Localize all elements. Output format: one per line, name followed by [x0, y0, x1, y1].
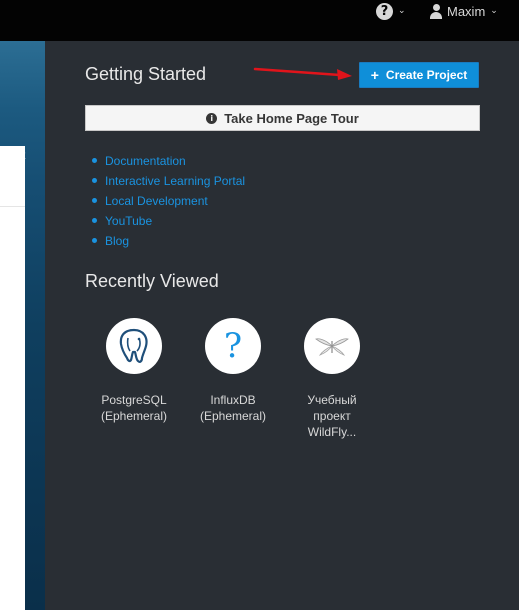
top-navbar: ? ⌄ Maxim ⌄ — [0, 0, 519, 41]
postgresql-elephant-icon — [106, 318, 162, 374]
recent-item-postgresql[interactable]: PostgreSQL (Ephemeral) — [91, 318, 177, 424]
getting-started-title: Getting Started — [85, 64, 207, 84]
chevron-down-icon: ⌄ — [490, 6, 498, 16]
recent-item-subtitle: (Ephemeral) — [199, 409, 267, 423]
list-item: Interactive Learning Portal — [90, 172, 245, 192]
documentation-link[interactable]: Documentation — [105, 154, 186, 168]
recently-viewed-title: Recently Viewed — [85, 271, 219, 291]
create-project-button[interactable]: + Create Project — [359, 62, 479, 88]
wildfly-icon — [304, 318, 360, 374]
info-icon: i — [206, 112, 218, 124]
list-item: Local Development — [90, 192, 245, 212]
take-tour-button[interactable]: i Take Home Page Tour — [85, 105, 480, 131]
user-name: Maxim — [447, 3, 486, 19]
content-card — [0, 146, 25, 610]
chevron-down-icon: ⌄ — [398, 6, 406, 16]
list-item: Documentation — [90, 152, 245, 172]
recent-item-label: PostgreSQL (Ephemeral) — [91, 392, 177, 424]
list-item: YouTube — [90, 212, 245, 232]
user-menu[interactable]: Maxim ⌄ — [430, 1, 498, 21]
help-menu[interactable]: ? ⌄ — [376, 1, 406, 21]
question-icon: ? — [205, 318, 261, 374]
plus-icon: + — [370, 67, 379, 83]
recent-item-subtitle: (Ephemeral) — [100, 409, 168, 423]
list-item: Blog — [90, 232, 245, 252]
user-icon — [430, 3, 442, 19]
recent-item-subtitle: проект — [313, 409, 351, 423]
local-development-link[interactable]: Local Development — [105, 194, 208, 208]
take-tour-label: Take Home Page Tour — [224, 110, 359, 126]
annotation-arrow-icon — [253, 67, 352, 80]
recent-item-name: Учебный — [307, 393, 357, 407]
divider — [0, 206, 25, 207]
recent-item-label: Учебный проект WildFly... — [289, 392, 375, 440]
recent-item-wildfly[interactable]: Учебный проект WildFly... — [289, 318, 375, 440]
help-icon: ? — [376, 2, 393, 20]
getting-started-links: Documentation Interactive Learning Porta… — [90, 152, 245, 252]
recent-item-subtitle: WildFly... — [307, 425, 357, 439]
create-project-label: Create Project — [385, 68, 468, 82]
recent-item-label: InfluxDB (Ephemeral) — [190, 392, 276, 424]
blog-link[interactable]: Blog — [105, 234, 129, 248]
youtube-link[interactable]: YouTube — [105, 214, 152, 228]
recent-item-name: PostgreSQL — [101, 393, 167, 407]
learning-portal-link[interactable]: Interactive Learning Portal — [105, 174, 245, 188]
recent-item-influxdb[interactable]: ? InfluxDB (Ephemeral) — [190, 318, 276, 424]
recent-item-name: InfluxDB — [210, 393, 256, 407]
